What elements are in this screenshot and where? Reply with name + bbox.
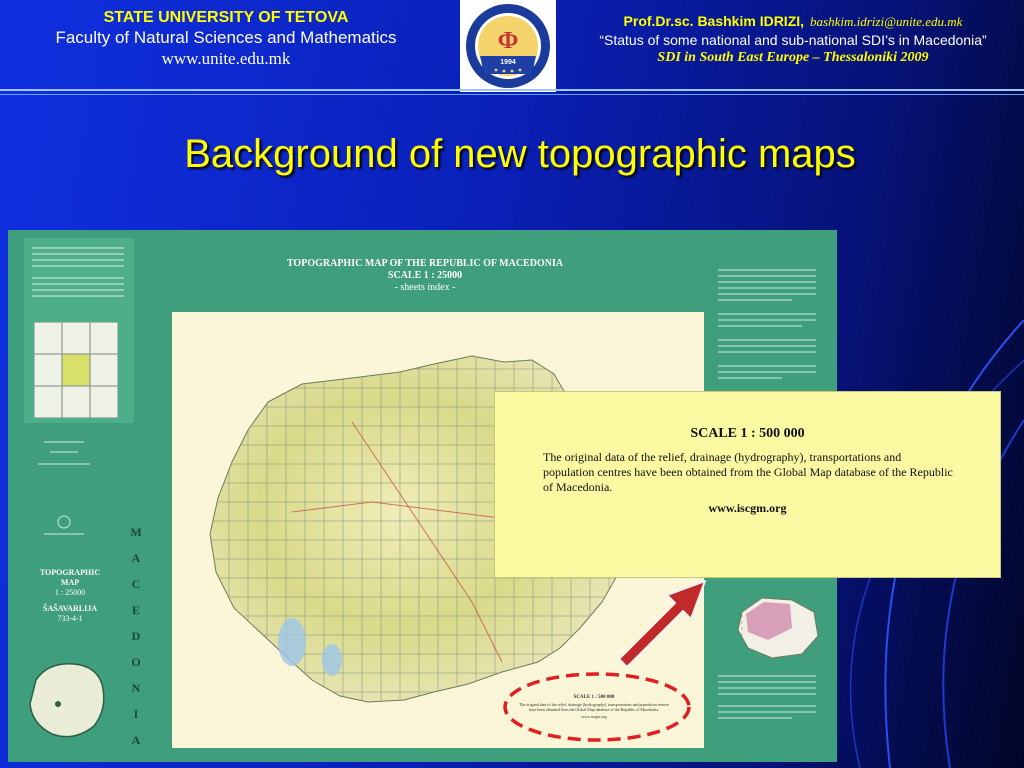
university-header: STATE UNIVERSITY OF TETOVA Faculty of Na… bbox=[0, 0, 452, 86]
location-mini-map bbox=[29, 663, 105, 738]
coverage-mini-map bbox=[737, 597, 819, 659]
side-caption-sheet: ŠAŠAVARLIJA bbox=[43, 604, 97, 613]
map-side-caption: TOPOGRAPHIC MAP 1 : 25000 ŠAŠAVARLIJA 73… bbox=[30, 568, 110, 624]
talk-title: “Status of some national and sub-nationa… bbox=[599, 32, 987, 48]
map-title-line3: - sheets index - bbox=[394, 282, 456, 293]
callout-title: SCALE 1 : 500 000 bbox=[690, 426, 805, 441]
university-website: www.unite.edu.mk bbox=[161, 49, 291, 68]
letter-o: O bbox=[131, 655, 141, 669]
scale-callout-box: SCALE 1 : 500 000 The original data of t… bbox=[495, 392, 1000, 577]
adjacent-sheets-grid bbox=[34, 322, 118, 418]
author-email: bashkim.idrizi@unite.edu.mk bbox=[810, 14, 963, 29]
letter-c: C bbox=[131, 577, 141, 591]
university-name: STATE UNIVERSITY OF TETOVA bbox=[103, 9, 349, 26]
header-divider bbox=[0, 89, 1024, 91]
vertical-macedonia-label: M A C E D O N I A bbox=[128, 525, 144, 759]
callout-body: The original data of the relief, drainag… bbox=[543, 450, 953, 494]
side-caption-scale: 1 : 25000 bbox=[54, 588, 86, 597]
letter-e: E bbox=[131, 603, 140, 617]
letter-a: A bbox=[131, 551, 141, 565]
map-title-line1: TOPOGRAPHIC MAP OF THE REPUBLIC OF MACED… bbox=[286, 258, 564, 269]
author-line: Prof.Dr.sc. Bashkim IDRIZI, bashkim.idriz… bbox=[562, 13, 1024, 30]
letter-a2: A bbox=[131, 733, 141, 747]
header-divider-thin bbox=[0, 94, 1024, 95]
event-name: SDI in South East Europe – Thessaloniki … bbox=[657, 50, 929, 65]
side-caption-title: TOPOGRAPHIC MAP bbox=[39, 568, 101, 587]
logo-seal-icon: Ф 1994 bbox=[466, 4, 550, 88]
highlight-ellipse bbox=[503, 672, 691, 742]
map-sheet-title: TOPOGRAPHIC MAP OF THE REPUBLIC OF MACED… bbox=[260, 258, 590, 294]
slide-title: Background of new topographic maps bbox=[184, 132, 856, 176]
letter-m: M bbox=[130, 525, 142, 539]
university-logo: Ф 1994 bbox=[460, 0, 556, 92]
letter-d: D bbox=[131, 629, 141, 643]
author-header: Prof.Dr.sc. Bashkim IDRIZI, bashkim.idriz… bbox=[562, 0, 1024, 86]
side-caption-code: 733-4-1 bbox=[57, 614, 83, 623]
callout-url: www.iscgm.org bbox=[708, 501, 787, 515]
svg-text:Ф: Ф bbox=[498, 28, 519, 54]
side-panel-text-lines bbox=[32, 247, 124, 297]
zoom-arrow-icon bbox=[618, 580, 706, 668]
side-panel-notes bbox=[38, 441, 90, 535]
map-legend-notes bbox=[718, 269, 816, 379]
author-name: Prof.Dr.sc. Bashkim IDRIZI, bbox=[623, 13, 805, 29]
map-footer-notes bbox=[718, 675, 816, 719]
map-title-line2: SCALE 1 : 25000 bbox=[387, 270, 463, 281]
faculty-name: Faculty of Natural Sciences and Mathemat… bbox=[55, 28, 397, 47]
svg-text:1994: 1994 bbox=[500, 59, 516, 66]
letter-n: N bbox=[131, 681, 141, 695]
letter-i: I bbox=[133, 707, 139, 721]
